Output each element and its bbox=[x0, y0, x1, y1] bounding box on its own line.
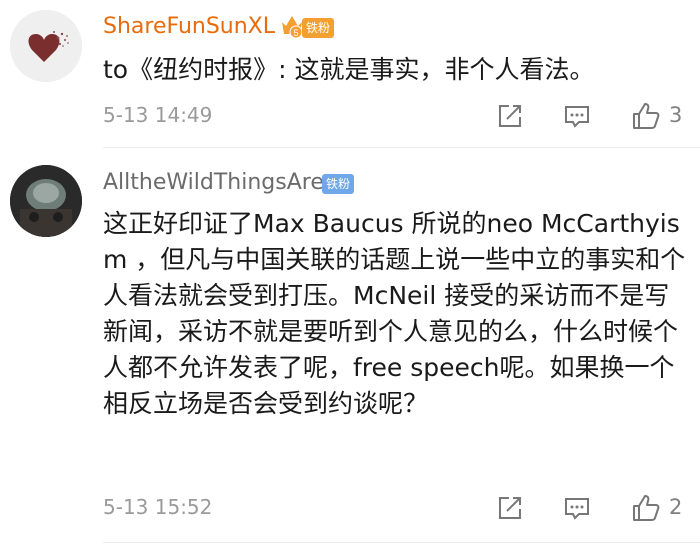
comment-footer: 5-13 15:52 2 bbox=[103, 493, 700, 523]
badge-level: 5 bbox=[293, 28, 298, 38]
like-icon bbox=[633, 495, 660, 521]
comment-text: 这正好印证了Max Baucus 所说的neo McCarthyism ，但凡与… bbox=[103, 209, 686, 418]
comment-icon bbox=[565, 106, 589, 128]
divider bbox=[103, 147, 700, 148]
fan-badge[interactable]: 铁粉 bbox=[322, 174, 355, 194]
avatar[interactable] bbox=[10, 10, 82, 82]
divider bbox=[103, 542, 700, 543]
like-icon bbox=[633, 103, 660, 129]
like-button[interactable] bbox=[631, 493, 661, 523]
comment-footer: 5-13 14:49 3 bbox=[103, 101, 700, 131]
avatar[interactable] bbox=[10, 165, 82, 237]
comment-button[interactable] bbox=[562, 101, 592, 131]
share-icon bbox=[499, 105, 521, 127]
like-count: 3 bbox=[669, 103, 683, 127]
username[interactable]: AlltheWildThingsAre bbox=[103, 170, 324, 195]
like-button[interactable] bbox=[631, 101, 661, 131]
comment-text: to《纽约时报》: 这就是事实，非个人看法。 bbox=[103, 55, 595, 84]
share-icon bbox=[499, 497, 521, 519]
avatar-heart-icon bbox=[10, 10, 82, 82]
comment-item: ShareFunSunXL 5 铁粉 to《纽约时报》: 这就是事实，非个人看法… bbox=[0, 0, 700, 146]
like-count: 2 bbox=[669, 495, 683, 519]
timestamp: 5-13 14:49 bbox=[103, 103, 213, 127]
badge-label: 铁粉 bbox=[302, 18, 335, 38]
share-button[interactable] bbox=[495, 101, 525, 131]
comment-button[interactable] bbox=[562, 493, 592, 523]
username[interactable]: ShareFunSunXL bbox=[103, 14, 275, 39]
avatar-image-icon bbox=[10, 165, 82, 237]
crown-icon: 5 bbox=[282, 16, 303, 38]
share-button[interactable] bbox=[495, 493, 525, 523]
timestamp: 5-13 15:52 bbox=[103, 495, 213, 519]
comment-icon bbox=[565, 498, 589, 520]
fan-badge[interactable]: 5 铁粉 bbox=[280, 12, 340, 42]
comment-item: AlltheWildThingsAre 铁粉 这正好印证了Max Baucus … bbox=[0, 150, 700, 548]
